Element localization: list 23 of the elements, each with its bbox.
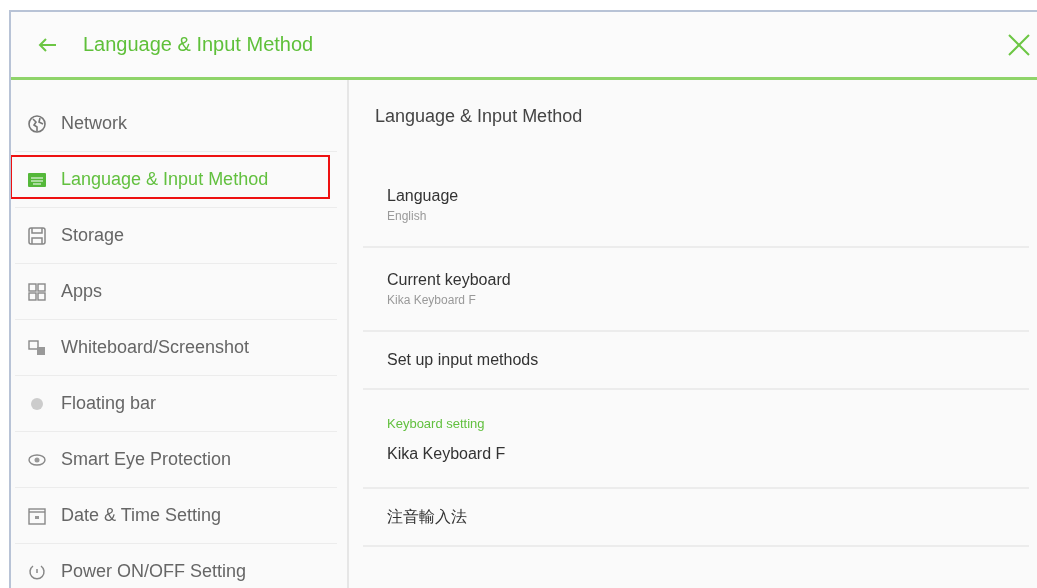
back-arrow-icon[interactable] bbox=[37, 36, 57, 53]
sidebar-item[interactable]: Storage bbox=[15, 208, 337, 264]
sidebar-item[interactable]: Smart Eye Protection bbox=[15, 432, 337, 488]
close-icon[interactable] bbox=[1007, 32, 1031, 57]
sidebar-item[interactable]: Network bbox=[15, 96, 337, 152]
section-header: Keyboard setting bbox=[386, 415, 486, 433]
storage-icon bbox=[27, 225, 47, 246]
settings-row[interactable]: Set up input methods bbox=[363, 332, 1029, 390]
settings-row[interactable]: Current keyboard Kika Keyboard F bbox=[363, 248, 1029, 332]
sidebar-item[interactable]: Power ON/OFF Setting bbox=[15, 544, 337, 588]
globe-icon bbox=[27, 113, 47, 134]
settings-row[interactable]: 注音輸入法 bbox=[363, 489, 1029, 547]
sidebar-item[interactable]: Floating bar bbox=[15, 376, 337, 432]
apps-grid-icon bbox=[27, 281, 47, 302]
page-title: Language & Input Method bbox=[83, 33, 315, 56]
sidebar-item[interactable]: Date & Time Setting bbox=[15, 488, 337, 544]
settings-row[interactable]: Language English bbox=[363, 164, 1029, 248]
settings-row[interactable]: Kika Keyboard F bbox=[363, 445, 1029, 489]
section-title: Language & Input Method bbox=[374, 105, 584, 128]
calendar-icon bbox=[27, 505, 47, 526]
screens-icon bbox=[27, 337, 47, 358]
sidebar-item[interactable]: Apps bbox=[15, 264, 337, 320]
sidebar-item[interactable]: Whiteboard/Screenshot bbox=[15, 320, 337, 376]
